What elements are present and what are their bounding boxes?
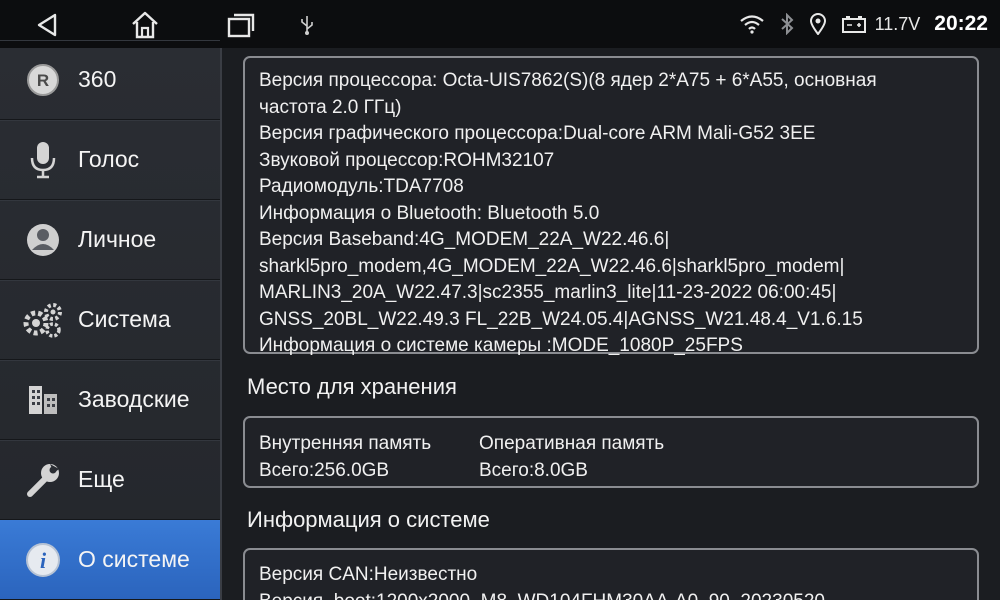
recent-apps-button[interactable] (224, 8, 258, 42)
baseband-version-cont: GNSS_20BL_W22.49.3 FL_22B_W24.05.4|AGNSS… (259, 308, 863, 330)
gpu-version: Версия графического процессора:Dual-core… (259, 123, 816, 144)
microphone-icon (21, 138, 65, 182)
sidebar-item-label: Система (78, 306, 171, 332)
voltage-readout: 11.7V (874, 13, 921, 34)
ram-total: Всего:8.0GB (479, 460, 588, 481)
system-info-section-title: Информация о системе (247, 507, 490, 532)
usb-status (290, 8, 324, 42)
sidebar-item-about[interactable]: i О системе (0, 520, 220, 600)
bluetooth-icon (779, 13, 795, 35)
storage-card: Внутренняя память Всего:256.0GB Оператив… (243, 416, 979, 488)
battery-icon (841, 14, 867, 34)
gears-icon (21, 298, 65, 342)
wifi-icon (739, 14, 765, 34)
clock: 20:22 (934, 12, 988, 35)
info-icon: i (21, 538, 65, 582)
back-button[interactable] (30, 8, 64, 42)
cpu-frequency: частота 2.0 ГГц) (259, 96, 402, 118)
sidebar-item-label: 360 (78, 66, 117, 92)
sidebar-item-label: Голос (78, 146, 140, 172)
sidebar-item-system[interactable]: Система (0, 280, 220, 360)
baseband-version: Версия Baseband:4G_MODEM_22A_W22.46.6| (259, 229, 670, 250)
factory-icon (21, 378, 65, 422)
sidebar-item-voice[interactable]: Голос (0, 120, 220, 200)
usb-icon (301, 16, 313, 35)
baseband-version-cont: sharkl5pro_modem,4G_MODEM_22A_W22.46.6|s… (259, 255, 845, 277)
sidebar-item-personal[interactable]: Личное (0, 200, 220, 280)
sidebar-item-more[interactable]: Еще (0, 440, 220, 520)
cpu-version: Версия процессора: Octa-UIS7862(S)(8 яде… (259, 70, 877, 91)
sidebar-item-label: Заводские (78, 386, 190, 412)
internal-memory-label: Внутренняя память (259, 433, 432, 454)
sidebar-item-factory[interactable]: Заводские (0, 360, 220, 440)
settings-sidebar: R 360 Голос Личное Система Заводские Еще… (0, 48, 222, 600)
back-icon (37, 13, 57, 37)
baseband-version-cont: MARLIN3_20A_W22.47.3|sc2355_marlin3_lite… (259, 282, 837, 303)
sidebar-item-360[interactable]: R 360 (0, 40, 220, 120)
boot-version: Версия_boot:1200x2000_M8_WD104FHM30AA-A0… (259, 589, 963, 600)
ram-memory: Оперативная память Всего:8.0GB (479, 430, 664, 484)
camera-system-info: Информация о системе камеры :MODE_1080P_… (259, 335, 743, 356)
svg-text:i: i (40, 548, 47, 573)
sidebar-item-label: Еще (78, 466, 125, 492)
about-content[interactable]: Версия процессора: Octa-UIS7862(S)(8 яде… (222, 48, 1000, 600)
home-button[interactable] (128, 8, 162, 42)
ram-label: Оперативная память (479, 433, 665, 454)
storage-section-title: Место для хранения (247, 374, 457, 399)
r-circle-icon: R (21, 58, 65, 102)
system-info-card: Версия CAN:Неизвестно Версия_boot:1200x2… (243, 548, 979, 600)
recent-apps-icon (227, 13, 255, 38)
person-icon (21, 218, 65, 262)
sidebar-item-label: О системе (78, 546, 190, 572)
internal-memory-total: Всего:256.0GB (259, 460, 390, 481)
sidebar-item-label: Личное (78, 226, 157, 252)
can-version: Версия CAN:Неизвестно (259, 564, 478, 585)
radio-module: Радиомодуль:TDA7708 (259, 176, 464, 197)
audio-processor: Звуковой процессор:ROHM32107 (259, 149, 555, 171)
home-icon (132, 11, 158, 39)
internal-memory: Внутренняя память Всего:256.0GB (259, 430, 431, 484)
bluetooth-info: Информация о Bluetooth: Bluetooth 5.0 (259, 202, 600, 224)
wrench-icon (21, 458, 65, 502)
svg-text:R: R (37, 71, 49, 90)
hardware-info-card: Версия процессора: Octa-UIS7862(S)(8 яде… (243, 56, 979, 356)
location-icon (809, 13, 827, 35)
